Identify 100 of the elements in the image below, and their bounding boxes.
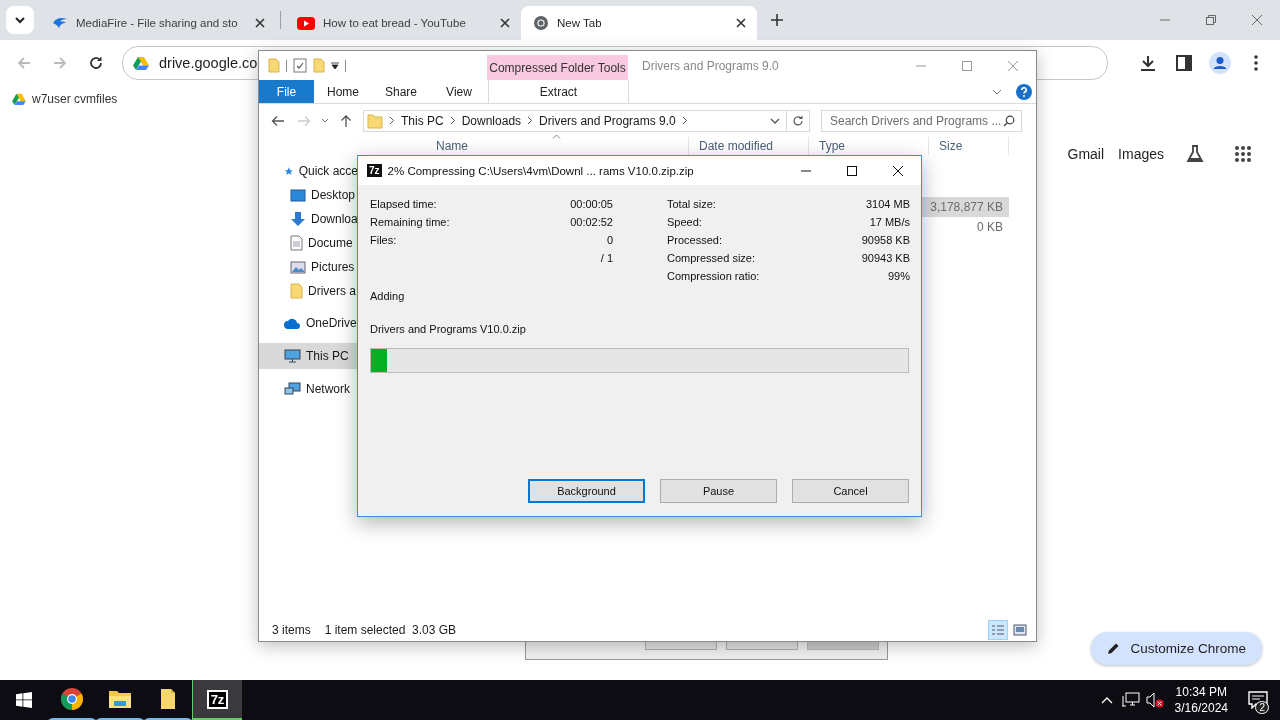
- close-icon: [500, 18, 510, 28]
- windows-logo-icon: [16, 692, 32, 708]
- message-icon: [1248, 691, 1268, 709]
- dialog-button[interactable]: Pause: [660, 479, 777, 503]
- nav-item[interactable]: OneDrive: [259, 311, 358, 335]
- page-link[interactable]: Gmail: [1067, 146, 1105, 162]
- apps-grid-icon: [1234, 145, 1252, 163]
- notifications-button[interactable]: 2: [1236, 680, 1280, 720]
- browser-tab[interactable]: How to eat bread - YouTube: [285, 6, 521, 40]
- column-header[interactable]: Size: [929, 137, 1009, 155]
- tab-search-button[interactable]: [6, 6, 34, 34]
- folder-icon: [268, 58, 280, 73]
- down-arrow-icon: [290, 211, 306, 227]
- triangle-logo-icon: [12, 93, 26, 105]
- close-icon: [1007, 59, 1019, 72]
- app-logo-icon: 7z: [367, 164, 382, 177]
- nav-item[interactable]: Drivers a: [259, 279, 358, 303]
- chevron-up-icon: [1100, 696, 1113, 704]
- play-icon: [297, 16, 315, 30]
- help-icon[interactable]: [1016, 83, 1032, 100]
- window-title: Drivers and Programs 9.0: [641, 57, 779, 75]
- operation-label: Adding: [370, 289, 406, 304]
- browser-tab[interactable]: New Tab: [521, 6, 757, 40]
- side-panel-icon: [1176, 55, 1192, 71]
- nav-item[interactable]: Pictures: [259, 255, 358, 279]
- stat-label: Total size:: [667, 198, 716, 210]
- address-field[interactable]: This PC Downloads Drivers and Programs 9.0: [363, 109, 787, 132]
- back-arrow-icon: [16, 55, 32, 71]
- up-arrow-icon: [340, 113, 352, 128]
- reload-icon: [88, 55, 104, 71]
- nav-item[interactable]: Network: [259, 377, 358, 401]
- taskbar-app-button[interactable]: 7z: [192, 680, 242, 720]
- nav-item[interactable]: Downloa: [259, 207, 358, 231]
- close-icon: [255, 18, 265, 28]
- stat-value: 3104 MB: [865, 198, 910, 210]
- file-name: Drivers and Programs V10.0.zip: [370, 322, 527, 337]
- customize-button[interactable]: Customize Chrome: [1091, 632, 1262, 665]
- folder-icon: [313, 58, 325, 73]
- thumbnail-view-icon: [1013, 624, 1027, 636]
- network-icon: [284, 381, 301, 397]
- breadcrumb-item[interactable]: Downloads: [461, 113, 522, 128]
- context-tab-label: Compressed Folder Tools: [487, 55, 628, 80]
- document-icon: [160, 688, 176, 710]
- browser-tab[interactable]: MediaFire - File sharing and sto: [40, 6, 276, 40]
- nav-item[interactable]: Docume: [259, 231, 358, 255]
- ribbon-tab[interactable]: File: [259, 80, 314, 103]
- maximize-icon: [846, 164, 858, 177]
- chevron-right-icon: [681, 116, 688, 125]
- stat-label: Elapsed time:: [370, 198, 437, 210]
- clock-button[interactable]: 10:34 PM 3/16/2024: [1166, 680, 1236, 720]
- stat-label: Files:: [370, 234, 397, 246]
- search-field[interactable]: Search Drivers and Programs ...: [821, 109, 1022, 132]
- app-logo-icon: 7z: [206, 689, 229, 709]
- folder-icon: [108, 689, 132, 709]
- chevron-right-icon: [527, 116, 534, 125]
- ribbon-tab[interactable]: View: [430, 80, 488, 103]
- folder-icon: [367, 112, 383, 129]
- nav-item[interactable]: Quick acce: [259, 159, 358, 183]
- plus-icon: [771, 14, 783, 26]
- download-icon: [1139, 54, 1157, 72]
- stat-value: 90943 KB: [861, 252, 910, 264]
- stat-value: 99%: [887, 270, 910, 282]
- stat-value: 00:02:52: [570, 216, 613, 228]
- selection-info: 1 item selected 3.03 GB: [324, 623, 457, 637]
- chevron-down-icon[interactable]: [770, 117, 780, 124]
- nav-item[interactable]: This PC: [259, 343, 358, 369]
- pencil-icon: [1107, 642, 1121, 655]
- item-count: 3 items: [272, 623, 311, 637]
- chrome-icon: [60, 687, 84, 711]
- ribbon-tab[interactable]: Home: [314, 80, 372, 103]
- chevron-down-icon[interactable]: [992, 88, 1002, 95]
- chevron-right-icon: [389, 116, 395, 125]
- swoosh-icon: [52, 17, 68, 29]
- kebab-menu-icon: [1254, 55, 1258, 71]
- bookmark[interactable]: w7user cvmfiles: [12, 92, 118, 106]
- stat-value: / 1: [600, 252, 613, 264]
- stat-label: Compression ratio:: [667, 270, 760, 282]
- ribbon-tab[interactable]: Share: [372, 80, 430, 103]
- page-link[interactable]: Images: [1118, 146, 1164, 162]
- close-icon: [892, 164, 904, 177]
- dialog-button[interactable]: Cancel: [792, 479, 909, 503]
- cloud-icon: [284, 317, 301, 329]
- flask-icon: [1185, 144, 1205, 164]
- caret-icon: [331, 61, 339, 70]
- forward-arrow-icon: [52, 55, 68, 71]
- stat-label: Remaining time:: [370, 216, 450, 228]
- dialog-button[interactable]: Background: [528, 479, 645, 503]
- stat-label: Compressed size:: [667, 252, 756, 264]
- desktop-icon: [290, 188, 306, 202]
- close-icon: [1251, 14, 1263, 26]
- avatar-icon: [1209, 52, 1231, 74]
- document-icon: [290, 235, 303, 251]
- breadcrumb-item[interactable]: Drivers and Programs 9.0: [539, 113, 676, 128]
- close-icon: [736, 18, 746, 28]
- refresh-icon: [792, 114, 804, 127]
- refresh-button[interactable]: [787, 109, 810, 132]
- ribbon-tab[interactable]: Extract: [488, 80, 629, 103]
- breadcrumb-item[interactable]: This PC: [401, 113, 444, 128]
- nav-item[interactable]: Desktop: [259, 183, 358, 207]
- stat-value: 00:00:05: [570, 198, 613, 210]
